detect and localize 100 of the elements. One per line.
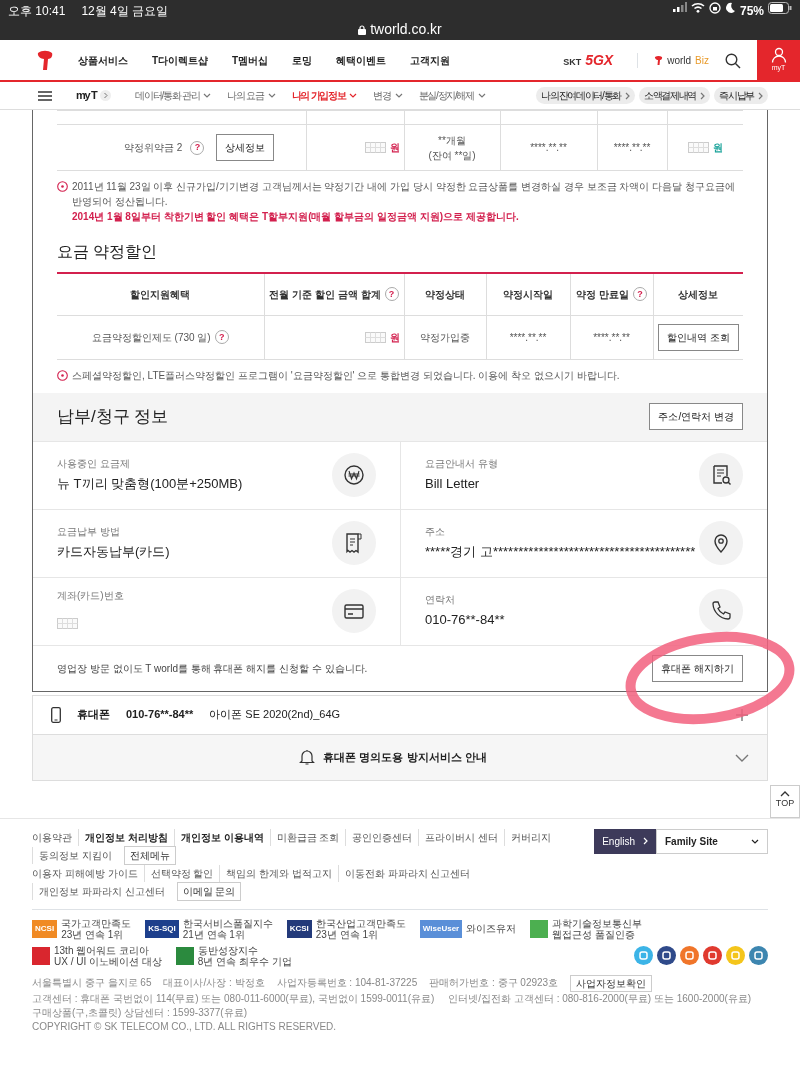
bill-search-icon — [699, 453, 743, 497]
notice-highlight: 2014년 1월 8일부터 착한기변 할인 혜택은 T할부지원(매월 할부금의 일정금액 지원)으로 제공합니다. — [72, 210, 520, 224]
chevron-icon — [700, 91, 706, 100]
award-logo: NCSI — [32, 919, 58, 938]
nav-link[interactable]: 로밍 — [292, 52, 313, 68]
quick-link-button[interactable]: 나의잔여데이터/통화 — [536, 87, 635, 104]
nav-link[interactable]: 상품서비스 — [78, 52, 128, 68]
footer-button[interactable]: 전체메뉴 — [123, 845, 176, 865]
cancel-phone-button[interactable]: 휴대폰 해지하기 — [652, 654, 743, 682]
column-header: 상세정보 — [678, 287, 719, 302]
chevron-icon — [758, 91, 763, 100]
footer-link[interactable]: 프라이버시 센터 — [418, 828, 505, 846]
table-cell: ****.**.** — [509, 331, 547, 343]
social-link-icon[interactable] — [703, 946, 722, 965]
footer-link[interactable]: 미환급금 조회 — [269, 828, 346, 846]
field-value: 카드자동납부(카드) — [57, 543, 170, 562]
contact-info: 고객센터 : 휴대폰 국번없이 114(무료) 또는 080-011-6000(무료), 국번없이 1599-0011(유료) — [32, 991, 435, 1006]
nav-link[interactable]: 혜택이벤트 — [336, 52, 387, 68]
quick-link-button[interactable]: 즉시납부 — [714, 87, 768, 104]
accordion-title: 휴대폰 명의도용 방지서비스 안내 — [323, 749, 487, 765]
field-label: 연락처 — [425, 593, 456, 608]
menu-tab[interactable]: 나의 가입정보 — [291, 88, 358, 103]
footer-link[interactable]: 개인정보 처리방침 — [78, 828, 174, 846]
person-icon — [770, 46, 787, 63]
footer-link[interactable]: 동의정보 지킴이 — [32, 846, 118, 864]
battery-percent: 75% — [739, 3, 764, 20]
award-logo: KCSI — [286, 919, 312, 938]
social-link-icon[interactable] — [749, 946, 768, 965]
column-header: 약정상태 — [425, 287, 465, 302]
field-label: 요금납부 방법 — [57, 525, 121, 540]
scroll-top-button[interactable]: TOP — [770, 784, 800, 818]
field-value: Bill Letter — [425, 475, 481, 494]
change-address-button[interactable]: 주소/연락처 변경 — [649, 403, 743, 430]
menu-tab[interactable]: 변경 — [373, 88, 403, 103]
help-button[interactable]: ? — [384, 287, 399, 302]
footer-link[interactable]: 공인인증센터 — [345, 828, 419, 846]
footer-button[interactable]: 이메일 문의 — [176, 881, 242, 901]
detail-button[interactable]: 상세정보 — [216, 134, 275, 161]
menu-tab[interactable]: 나의 요금 — [227, 88, 276, 103]
company-info: 대표이사/사장 : 박정호 — [163, 976, 265, 990]
currency-unit: 원 — [389, 141, 400, 155]
award-name: 한국산업고객만족도 — [315, 917, 406, 929]
nav-link[interactable]: T다이렉트샵 — [152, 52, 209, 68]
award-name: 동반성장지수 — [197, 944, 259, 956]
notice-text: 2011년 11월 23일 이후 신규가입/기기변경 고객님께서는 약정기간 내에 가입 당시 약정한 요금상품를 변경하실 경우 보조금 차액이 다음달 청구요금에 반영되어 정산됩니다. — [72, 180, 737, 209]
help-button[interactable]: ? — [632, 287, 647, 302]
biz-link[interactable]: world Biz — [637, 52, 709, 68]
mobile-phone-icon — [51, 706, 61, 723]
footer-link[interactable]: 선택약정 할인 — [143, 864, 220, 882]
info-text: 영업장 방문 없이도 T world를 통해 휴대폰 해지를 신청할 수 있습니다. — [57, 661, 368, 676]
footer-link[interactable]: 이동전화 파파라치 신고센터 — [337, 864, 477, 882]
moon-icon — [724, 2, 736, 14]
logo-icon[interactable] — [36, 49, 54, 71]
field-value: 뉴 T끼리 맞춤형(100분+250MB) — [57, 475, 243, 494]
award-detail: 웹접근성 품질인증 — [552, 928, 635, 940]
field-label: 계좌(카드)번호 — [57, 588, 124, 603]
menu-tab[interactable]: 분실/정지/해제 — [418, 88, 486, 103]
status-time: 오후 10:41 — [8, 3, 66, 20]
quick-link-button[interactable]: 소액결제내역 — [639, 87, 711, 104]
brand-link[interactable]: SKT 5GX — [563, 49, 614, 71]
social-link-icon[interactable] — [657, 946, 676, 965]
currency-unit: 원 — [712, 141, 723, 155]
nav-link[interactable]: 고객지원 — [410, 52, 451, 68]
award-name: 와이즈유저 — [466, 923, 517, 934]
footer-link[interactable]: 이용약관 — [32, 828, 78, 846]
company-info: 판매허가번호 : 중구 02923호 — [429, 976, 559, 990]
column-header: 전월 기준 할인 금액 합계 — [269, 287, 381, 302]
family-site-dropdown[interactable]: Family Site — [656, 828, 768, 854]
caret-icon — [267, 93, 276, 98]
field-label: 요금안내서 유형 — [425, 457, 498, 472]
wifi-icon — [690, 2, 705, 13]
footer-link[interactable]: 책임의 한계와 법적고지 — [219, 864, 338, 882]
section-title: 요금 약정할인 — [57, 242, 159, 262]
menu-tab[interactable]: 데이터/통화 관리 — [135, 88, 212, 103]
search-icon — [725, 52, 741, 69]
currency-unit: 원 — [389, 330, 400, 345]
footer-link[interactable]: 이용자 피해예방 가이드 — [32, 864, 144, 882]
masked-value-icon — [687, 142, 709, 153]
footer-link[interactable]: 개인정보 파파라치 신고센터 — [32, 882, 171, 900]
footer-link[interactable]: 커버리지 — [504, 828, 558, 846]
discount-history-button[interactable]: 할인내역 조회 — [657, 323, 739, 351]
menu-icon[interactable] — [38, 90, 52, 101]
help-button[interactable]: ? — [190, 140, 205, 155]
business-info-button[interactable]: 사업자정보확인 — [570, 974, 653, 992]
nav-link[interactable]: T멤버십 — [232, 52, 269, 68]
phone-icon — [699, 589, 743, 633]
field-value: *****경기 고**************************************** — [425, 543, 696, 562]
table-cell-text: 요금약정할인제도 (730 일) — [91, 330, 211, 345]
receipt-icon — [332, 521, 376, 565]
language-button[interactable]: English — [594, 828, 656, 854]
help-button[interactable]: ? — [214, 330, 229, 344]
address-bar-url[interactable]: tworld.co.kr — [370, 19, 442, 40]
field-label: 주소 — [425, 525, 446, 540]
lock-icon — [358, 24, 367, 35]
footer-link[interactable]: 개인정보 이용내역 — [173, 828, 270, 846]
my-t-link[interactable]: my T — [76, 87, 112, 104]
table-cell: ****.**.** — [613, 142, 651, 153]
notice-icon — [57, 181, 68, 192]
award-detail: UX / UI 이노베이션 대상 — [54, 955, 162, 967]
section-title: 납부/청구 정보 — [57, 405, 169, 428]
